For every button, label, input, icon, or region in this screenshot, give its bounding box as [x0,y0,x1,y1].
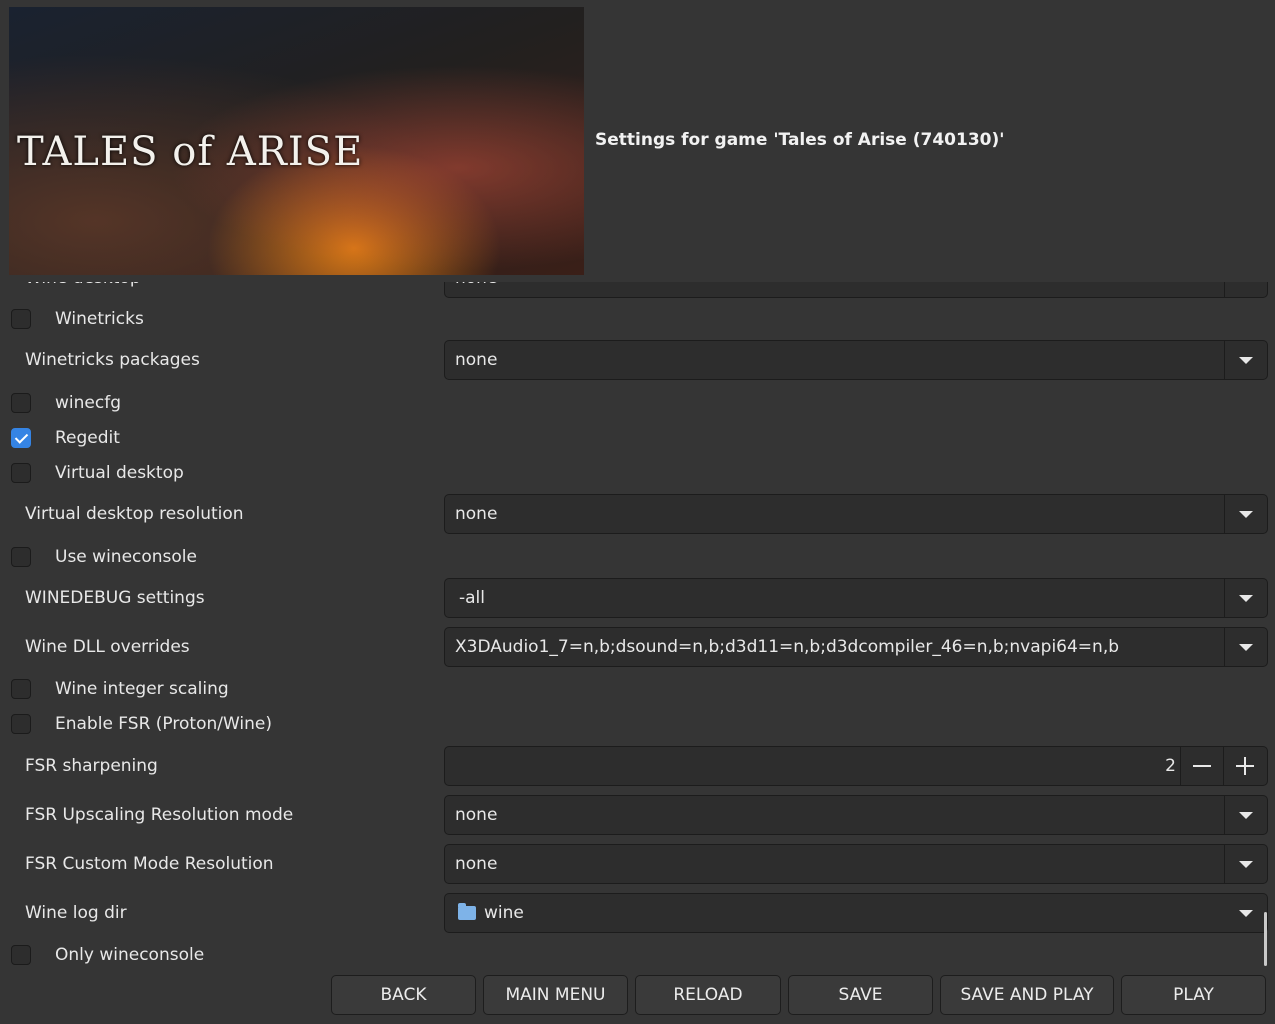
winecfg-checkbox[interactable] [11,393,31,413]
main-menu-button[interactable]: MAIN MENU [483,975,628,1015]
use-wineconsole-checkbox[interactable] [11,547,31,567]
winetricks-checkbox[interactable] [11,309,31,329]
integer-scaling-label: Wine integer scaling [55,679,229,699]
winecfg-label: winecfg [55,393,121,413]
fsr-upscaling-combo[interactable]: none [444,795,1268,835]
chevron-down-icon[interactable] [1225,894,1267,932]
fsr-custom-combo[interactable]: none [444,844,1268,884]
chevron-down-icon[interactable] [1224,579,1267,617]
fsr-custom-value: none [455,854,498,874]
reload-button[interactable]: RELOAD [635,975,781,1015]
plus-icon[interactable] [1223,747,1267,785]
winedebug-value[interactable]: -all [459,588,485,608]
regedit-checkbox[interactable] [11,428,31,448]
enable-fsr-label: Enable FSR (Proton/Wine) [55,714,272,734]
wine-log-dir-chooser[interactable]: wine [444,893,1268,933]
chevron-down-icon[interactable] [1224,796,1267,834]
save-button[interactable]: SAVE [788,975,933,1015]
winetricks-packages-value: none [455,350,498,370]
virtual-desktop-label: Virtual desktop [55,463,184,483]
integer-scaling-checkbox[interactable] [11,679,31,699]
winetricks-packages-combo[interactable]: none [444,340,1268,380]
only-wineconsole-checkbox[interactable] [11,945,31,965]
save-and-play-button[interactable]: SAVE AND PLAY [940,975,1114,1015]
dll-overrides-label: Wine DLL overrides [25,637,190,657]
game-header: TALES of ARISE Settings for game 'Tales … [0,0,1275,282]
use-wineconsole-label: Use wineconsole [55,547,197,567]
play-button[interactable]: PLAY [1121,975,1266,1015]
wine-log-dir-value: wine [484,903,524,923]
wine-log-dir-label: Wine log dir [25,903,127,923]
back-button[interactable]: BACK [331,975,476,1015]
fsr-upscaling-label: FSR Upscaling Resolution mode [25,805,294,825]
dll-overrides-combo[interactable]: X3DAudio1_7=n,b;dsound=n,b;d3d11=n,b;d3d… [444,627,1268,667]
winetricks-label: Winetricks [55,309,144,329]
fsr-sharpening-label: FSR sharpening [25,756,158,776]
chevron-down-icon[interactable] [1224,341,1267,379]
virtual-desktop-checkbox[interactable] [11,463,31,483]
enable-fsr-checkbox[interactable] [11,714,31,734]
minus-icon[interactable] [1180,747,1224,785]
fsr-custom-label: FSR Custom Mode Resolution [25,854,274,874]
virtual-desktop-resolution-label: Virtual desktop resolution [25,504,244,524]
winetricks-packages-label: Winetricks packages [25,350,200,370]
vertical-scrollbar[interactable] [1264,912,1267,966]
action-bar: BACK MAIN MENU RELOAD SAVE SAVE AND PLAY… [0,968,1275,1024]
fsr-sharpening-spinner[interactable]: 2 [444,746,1268,786]
virtual-desktop-resolution-value: none [455,504,498,524]
regedit-label: Regedit [55,428,120,448]
dll-overrides-value[interactable]: X3DAudio1_7=n,b;dsound=n,b;d3d11=n,b;d3d… [455,637,1119,657]
game-logo: TALES of ARISE [17,129,364,175]
chevron-down-icon[interactable] [1224,845,1267,883]
fsr-sharpening-value[interactable]: 2 [1165,756,1176,776]
winedebug-combo[interactable]: -all [444,578,1268,618]
game-banner-image: TALES of ARISE [9,7,584,275]
winedebug-label: WINEDEBUG settings [25,588,205,608]
only-wineconsole-label: Only wineconsole [55,945,205,965]
page-title: Settings for game 'Tales of Arise (74013… [595,130,1005,150]
chevron-down-icon[interactable] [1224,628,1267,666]
fsr-upscaling-value: none [455,805,498,825]
virtual-desktop-resolution-combo[interactable]: none [444,494,1268,534]
folder-icon [458,903,476,920]
chevron-down-icon[interactable] [1224,495,1267,533]
